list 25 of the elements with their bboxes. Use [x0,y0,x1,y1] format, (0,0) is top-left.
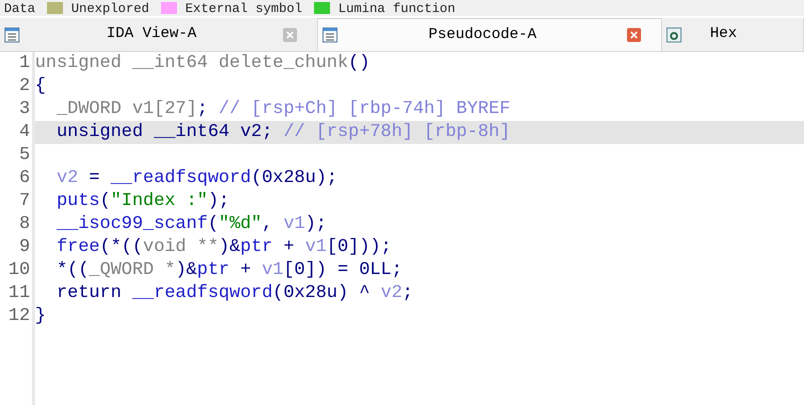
line-number: 2 [19,75,30,98]
line-number: 7 [19,190,30,213]
line-number: 9 [19,236,30,259]
legend-label: Unexplored [71,2,150,14]
line-number: 4 [19,121,30,144]
tab-label: Hex [710,24,738,44]
legend-label: External symbol [185,2,302,14]
line-number: 12 [8,305,30,328]
listing-icon [322,27,338,43]
line-number: 8 [19,213,30,236]
tab-label: IDA View-A [105,24,198,44]
legend-label: Data [4,2,36,14]
line-number: 11 [8,282,30,305]
tab[interactable]: Pseudocode-A [318,18,662,51]
legend-label: Lumina function [338,2,456,14]
hex-view-icon [666,26,682,42]
line-number: 1 [19,52,30,75]
line-number: 3 [19,98,30,121]
line-number: 6 [19,167,30,190]
listing-icon [4,26,20,42]
tab-label: Pseudocode-A [427,24,538,45]
close-icon[interactable] [283,28,297,42]
close-icon[interactable] [627,28,641,42]
line-number: 10 [8,259,30,282]
line-number: 5 [19,144,30,167]
